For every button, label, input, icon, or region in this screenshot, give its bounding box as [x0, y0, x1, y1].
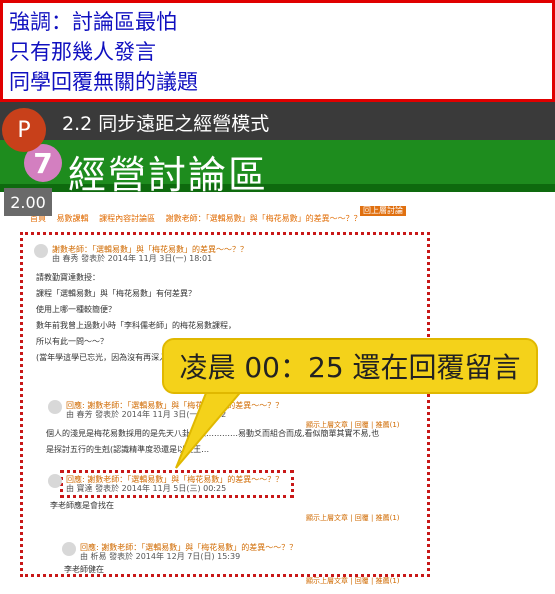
note-line: 強調：討論區最怕: [9, 10, 177, 34]
slide: P 2.2 同步遠距之經營模式 7 經營討論區 2.00 回上層討論區 首頁 易…: [0, 102, 555, 594]
note-box: 強調：討論區最怕 只有那幾人發言 同學回覆無關的議題: [0, 0, 555, 102]
presentation-badge: P: [2, 108, 46, 152]
note-line: 同學回覆無關的議題: [9, 70, 198, 94]
callout-bubble: 凌晨 00：25 還在回覆留言: [162, 338, 538, 394]
note-line: 只有那幾人發言: [9, 40, 156, 64]
playback-speed[interactable]: 2.00: [4, 188, 52, 216]
